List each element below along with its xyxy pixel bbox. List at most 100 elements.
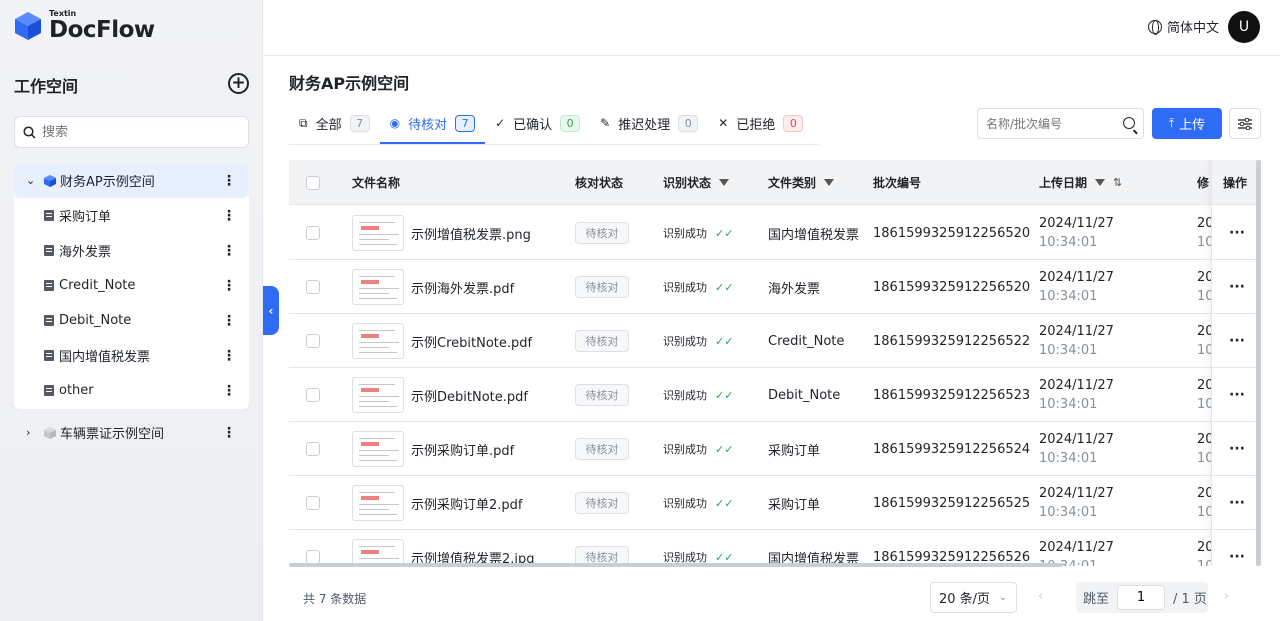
table-row[interactable]: 示例CrebitNote.pdf 待核对 识别成功 ✓✓ Credit_Note 1861…	[289, 314, 1261, 368]
sort-icon[interactable]: ⇅	[1113, 176, 1122, 189]
more-vertical-icon[interactable]: ⋮	[222, 384, 236, 398]
sidebar-doc-item[interactable]: 国内增值税发票 ⋮	[14, 338, 249, 373]
file-name[interactable]: 示例采购订单2.pdf	[411, 494, 522, 513]
row-checkbox[interactable]	[306, 550, 320, 564]
recog-cell: 识别成功 ✓✓	[663, 476, 733, 530]
page-jump-input[interactable]	[1117, 585, 1166, 610]
row-checkbox[interactable]	[306, 388, 320, 402]
filter-icon[interactable]	[824, 179, 835, 186]
language-switch[interactable]: 简体中文	[1147, 17, 1219, 36]
add-workspace-button[interactable]: +	[228, 73, 249, 94]
file-cell[interactable]: 示例DebitNote.pdf	[352, 368, 528, 422]
avatar[interactable]: U	[1228, 11, 1260, 43]
doc-label: Credit_Note	[59, 278, 136, 293]
more-vertical-icon[interactable]: ⋮	[222, 209, 236, 223]
page-jump: 跳至 / 1 页	[1076, 582, 1208, 613]
sidebar-doc-item[interactable]: other ⋮	[14, 373, 249, 408]
table-row[interactable]: 示例采购订单.pdf 待核对 识别成功 ✓✓ 采购订单 18615993259122565…	[289, 422, 1261, 476]
file-name[interactable]: 示例DebitNote.pdf	[411, 386, 528, 405]
table-row[interactable]: 示例海外发票.pdf 待核对 识别成功 ✓✓ 海外发票 18615993259122565…	[289, 260, 1261, 314]
file-cell[interactable]: 示例CrebitNote.pdf	[352, 314, 532, 368]
tab-all[interactable]: ⧉ 全部 7	[289, 108, 380, 138]
file-thumbnail[interactable]	[352, 269, 404, 305]
page-size-select[interactable]: 20 条/页 ⌄	[930, 582, 1017, 613]
file-cell[interactable]: 示例海外发票.pdf	[352, 260, 514, 314]
more-vertical-icon[interactable]: ⋮	[222, 426, 236, 440]
doc-label: 采购订单	[59, 210, 112, 225]
tab-rejected[interactable]: ✕ 已拒绝 0	[708, 108, 813, 138]
tab-pending[interactable]: ◉ 待核对 7	[379, 108, 486, 144]
more-actions-button[interactable]: ···	[1212, 422, 1261, 476]
file-name[interactable]: 示例海外发票.pdf	[411, 278, 514, 297]
sidebar-search[interactable]	[14, 116, 249, 148]
vertical-scrollbar[interactable]	[1256, 160, 1261, 566]
table-row[interactable]: 示例增值税发票.png 待核对 识别成功 ✓✓ 国内增值税发票 1861599325912…	[289, 206, 1261, 260]
row-checkbox[interactable]	[306, 334, 320, 348]
file-name[interactable]: 示例CrebitNote.pdf	[411, 332, 532, 351]
search-field[interactable]	[977, 108, 1144, 139]
more-actions-button[interactable]: ···	[1212, 368, 1261, 422]
file-thumbnail[interactable]	[352, 323, 404, 359]
sidebar-search-input[interactable]	[42, 124, 222, 140]
file-name[interactable]: 示例增值税发票.png	[411, 224, 531, 243]
file-thumbnail[interactable]	[352, 431, 404, 467]
file-cell[interactable]: 示例增值税发票2.jpg	[352, 530, 535, 566]
more-actions-button[interactable]: ···	[1212, 206, 1261, 260]
tab-label: 全部	[315, 117, 342, 133]
next-page-button[interactable]: ›	[1224, 589, 1229, 604]
table-row[interactable]: 示例增值税发票2.jpg 待核对 识别成功 ✓✓ 国内增值税发票 186159932591…	[289, 530, 1261, 566]
workspace-item-vehicle[interactable]: › 车辆票证示例空间 ⋮	[14, 415, 249, 450]
table-row[interactable]: 示例DebitNote.pdf 待核对 识别成功 ✓✓ Debit_Note 186159…	[289, 368, 1261, 422]
row-checkbox[interactable]	[306, 226, 320, 240]
chevron-right-icon[interactable]: ›	[26, 426, 38, 439]
review-cell: 待核对	[575, 314, 629, 368]
tab-deferred[interactable]: ✎ 推迟处理 0	[590, 108, 708, 138]
file-thumbnail[interactable]	[352, 377, 404, 413]
more-actions-button[interactable]: ···	[1212, 260, 1261, 314]
search-icon[interactable]	[1123, 117, 1135, 129]
file-cell[interactable]: 示例增值税发票.png	[352, 206, 531, 260]
more-actions-button[interactable]: ···	[1212, 314, 1261, 368]
more-vertical-icon[interactable]: ⋮	[222, 174, 236, 188]
category-cell: 海外发票	[768, 281, 821, 297]
review-status-tag: 待核对	[575, 492, 629, 514]
column-settings-button[interactable]	[1229, 108, 1261, 139]
more-actions-button[interactable]: ···	[1212, 530, 1261, 566]
filter-icon[interactable]	[719, 179, 730, 186]
tab-confirmed[interactable]: ✓ 已确认 0	[485, 108, 590, 138]
more-actions-button[interactable]: ···	[1212, 476, 1261, 530]
workspace-item-finance-ap[interactable]: ⌄ 财务AP示例空间 ⋮	[14, 163, 249, 198]
select-all-checkbox[interactable]	[306, 175, 320, 190]
horizontal-scrollbar[interactable]	[289, 563, 1063, 567]
row-select-cell	[306, 368, 320, 422]
upload-button[interactable]: ⤒ 上传	[1152, 108, 1222, 139]
more-vertical-icon[interactable]: ⋮	[222, 244, 236, 258]
logo[interactable]: Textin DocFlow	[14, 10, 155, 42]
table-row[interactable]: 示例采购订单2.pdf 待核对 识别成功 ✓✓ 采购订单 1861599325912256…	[289, 476, 1261, 530]
file-cell[interactable]: 示例采购订单.pdf	[352, 422, 514, 476]
doc-label: other	[59, 383, 94, 398]
document-icon	[44, 315, 54, 326]
row-checkbox[interactable]	[306, 280, 320, 294]
recog-status: 识别成功	[663, 389, 707, 402]
prev-page-button[interactable]: ‹	[1038, 589, 1043, 604]
file-thumbnail[interactable]	[352, 215, 404, 251]
sidebar-doc-item[interactable]: 海外发票 ⋮	[14, 233, 249, 268]
sidebar-doc-item[interactable]: Debit_Note ⋮	[14, 303, 249, 338]
search-input[interactable]	[986, 116, 1116, 131]
filter-icon[interactable]	[1095, 179, 1106, 186]
chevron-down-icon[interactable]: ⌄	[26, 174, 38, 187]
file-cell[interactable]: 示例采购订单2.pdf	[352, 476, 522, 530]
upload-time: 10:34:01	[1039, 505, 1098, 520]
file-thumbnail[interactable]	[352, 539, 404, 566]
more-vertical-icon[interactable]: ⋮	[222, 314, 236, 328]
file-name[interactable]: 示例采购订单.pdf	[411, 440, 514, 459]
collapse-sidebar-button[interactable]: ‹	[263, 286, 279, 335]
row-checkbox[interactable]	[306, 496, 320, 510]
sidebar-doc-item[interactable]: 采购订单 ⋮	[14, 198, 249, 233]
file-thumbnail[interactable]	[352, 485, 404, 521]
row-checkbox[interactable]	[306, 442, 320, 456]
more-vertical-icon[interactable]: ⋮	[222, 279, 236, 293]
sidebar-doc-item[interactable]: Credit_Note ⋮	[14, 268, 249, 303]
more-vertical-icon[interactable]: ⋮	[222, 349, 236, 363]
